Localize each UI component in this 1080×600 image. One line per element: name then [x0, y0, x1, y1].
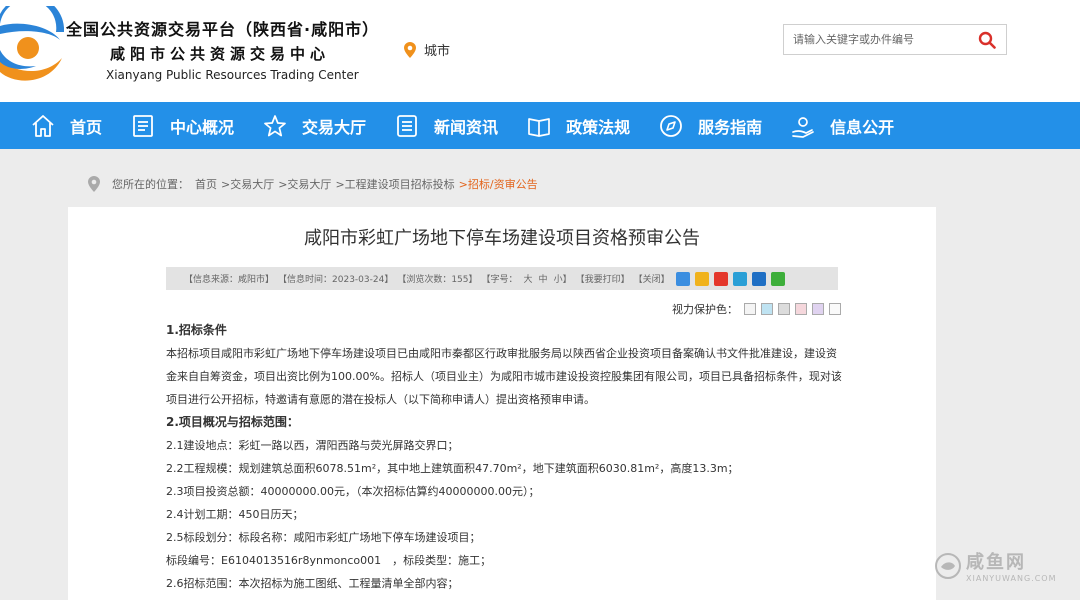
city-label: 城市: [424, 44, 451, 59]
main-nav: 首页 中心概况 交易大厅 新闻资讯 政策法规 服务指南 信息公开: [0, 102, 1080, 149]
nav-item-label: 服务指南: [698, 117, 763, 137]
site-title-english: Xianyang Public Resources Trading Center: [106, 68, 359, 82]
book-icon: [528, 117, 550, 137]
section-heading: 2.项目概况与招标范围：: [166, 415, 299, 429]
meta-views: 【浏览次数：155】: [397, 275, 478, 285]
font-size-medium[interactable]: 中: [539, 272, 548, 285]
share-icons: [675, 271, 790, 286]
site-header: 全国公共资源交易平台（陕西省·咸阳市） 咸阳市公共资源交易中心 Xianyang…: [0, 0, 1080, 102]
watermark-en: XIANYUWANG.COM: [966, 574, 1057, 583]
list-icon: [397, 114, 417, 137]
share-tencent-icon[interactable]: [732, 271, 747, 286]
font-size-large[interactable]: 大: [524, 272, 533, 285]
section-paragraph: 本招标项目咸阳市彩虹广场地下停车场建设项目已由咸阳市秦都区行政审批服务局以陕西省…: [166, 347, 842, 406]
body-line: 标段编号：E6104013516r8ynmonco001 ，标段类型：施工；: [166, 554, 492, 567]
nav-item-label: 政策法规: [566, 117, 631, 137]
swatch-purple[interactable]: [812, 303, 824, 315]
share-plus-icon[interactable]: [675, 271, 690, 286]
article-body: 1.招标条件 本招标项目咸阳市彩虹广场地下停车场建设项目已由咸阳市秦都区行政审批…: [166, 319, 846, 595]
nav-item-label: 交易大厅: [302, 117, 367, 137]
location-pin-icon: [88, 176, 100, 192]
search-box: [783, 24, 1007, 55]
hand-icon: [792, 116, 814, 138]
search-icon: [978, 31, 996, 49]
nav-item-label: 首页: [70, 117, 103, 137]
nav-item-label: 信息公开: [830, 117, 895, 137]
eye-protection-colors: 视力保护色：: [672, 301, 846, 317]
meta-font-label: 【字号：: [481, 275, 518, 285]
site-title: 全国公共资源交易平台（陕西省·咸阳市）: [66, 20, 380, 39]
nav-item-info-disclosure[interactable]: 信息公开: [790, 113, 894, 139]
watermark-cn: 咸鱼网: [966, 552, 1026, 573]
nav-item-center-overview[interactable]: 中心概况: [130, 113, 234, 139]
nav-item-service-guide[interactable]: 服务指南: [658, 113, 762, 139]
share-weibo-icon[interactable]: [713, 271, 728, 286]
breadcrumb-link-trading-hall[interactable]: >交易大厅: [221, 176, 274, 192]
font-size-small[interactable]: 小】: [554, 272, 572, 285]
compass-icon: [660, 114, 682, 137]
nav-item-label: 中心概况: [170, 117, 235, 137]
site-subtitle: 咸阳市公共资源交易中心: [110, 45, 331, 63]
fish-logo-icon: [935, 552, 961, 579]
search-button[interactable]: [970, 25, 1004, 54]
breadcrumb: 您所在的位置： 首页 >交易大厅 >交易大厅 >工程建设项目招标投标 >招标/资…: [88, 176, 542, 192]
city-selector[interactable]: 城市: [404, 40, 450, 59]
logo-icon: [0, 6, 64, 81]
body-line: 2.6招标范围：本次招标为施工图纸、工程量清单全部内容；: [166, 577, 459, 590]
home-icon: [32, 114, 54, 137]
nav-item-news[interactable]: 新闻资讯: [394, 113, 498, 139]
nav-item-home[interactable]: 首页: [30, 113, 102, 139]
body-line: 2.5标段划分：标段名称：咸阳市彩虹广场地下停车场建设项目；: [166, 531, 481, 544]
breadcrumb-link-home[interactable]: 首页: [195, 176, 217, 192]
meta-time: 【信息时间：2023-03-24】: [278, 275, 394, 285]
swatch-light[interactable]: [829, 303, 841, 315]
swatch-blue[interactable]: [761, 303, 773, 315]
nav-item-label: 新闻资讯: [434, 117, 499, 137]
swatch-pink[interactable]: [795, 303, 807, 315]
article-panel: 咸阳市彩虹广场地下停车场建设项目资格预审公告 【信息来源：咸阳市】 【信息时间：…: [68, 207, 936, 600]
body-line: 2.3项目投资总额：40000000.00元，（本次招标估算约40000000.…: [166, 485, 540, 498]
nav-item-trading-hall[interactable]: 交易大厅: [262, 113, 366, 139]
meta-source: 【信息来源：咸阳市】: [184, 275, 275, 285]
site-title-block: 全国公共资源交易平台（陕西省·咸阳市） 咸阳市公共资源交易中心 Xianyang…: [66, 16, 379, 82]
swatch-gray[interactable]: [778, 303, 790, 315]
search-input[interactable]: [784, 25, 970, 54]
print-link[interactable]: 【我要打印】: [576, 272, 630, 285]
document-icon: [133, 114, 153, 137]
swatch-white[interactable]: [744, 303, 756, 315]
body-line: 2.4计划工期：450日历天；: [166, 508, 304, 521]
star-icon: [264, 114, 286, 136]
nav-item-policy[interactable]: 政策法规: [526, 113, 630, 139]
watermark: 咸鱼网 XIANYUWANG.COM: [934, 548, 1057, 583]
close-link[interactable]: 【关闭】: [634, 272, 670, 285]
article-meta-bar: 【信息来源：咸阳市】 【信息时间：2023-03-24】 【浏览次数：155】 …: [166, 267, 838, 290]
location-pin-icon: [404, 41, 416, 58]
body-line: 2.2工程规模：规划建筑总面积6078.51m²，其中地上建筑面积47.70m²…: [166, 462, 739, 475]
breadcrumb-current[interactable]: >招标/资审公告: [459, 176, 538, 192]
article-title: 咸阳市彩虹广场地下停车场建设项目资格预审公告: [304, 228, 700, 249]
breadcrumb-prefix: 您所在的位置：: [112, 178, 189, 191]
breadcrumb-link-trading-hall-2[interactable]: >交易大厅: [278, 176, 331, 192]
share-qzone-icon[interactable]: [694, 271, 709, 286]
section-heading: 1.招标条件: [166, 323, 227, 337]
share-wechat-icon[interactable]: [770, 271, 785, 286]
body-line: 2.1建设地点：彩虹一路以西，渭阳西路与荧光屏路交界口；: [166, 439, 459, 452]
share-renren-icon[interactable]: [751, 271, 766, 286]
eye-protection-label: 视力保护色：: [672, 303, 738, 316]
breadcrumb-link-engineering[interactable]: >工程建设项目招标投标: [335, 176, 454, 192]
